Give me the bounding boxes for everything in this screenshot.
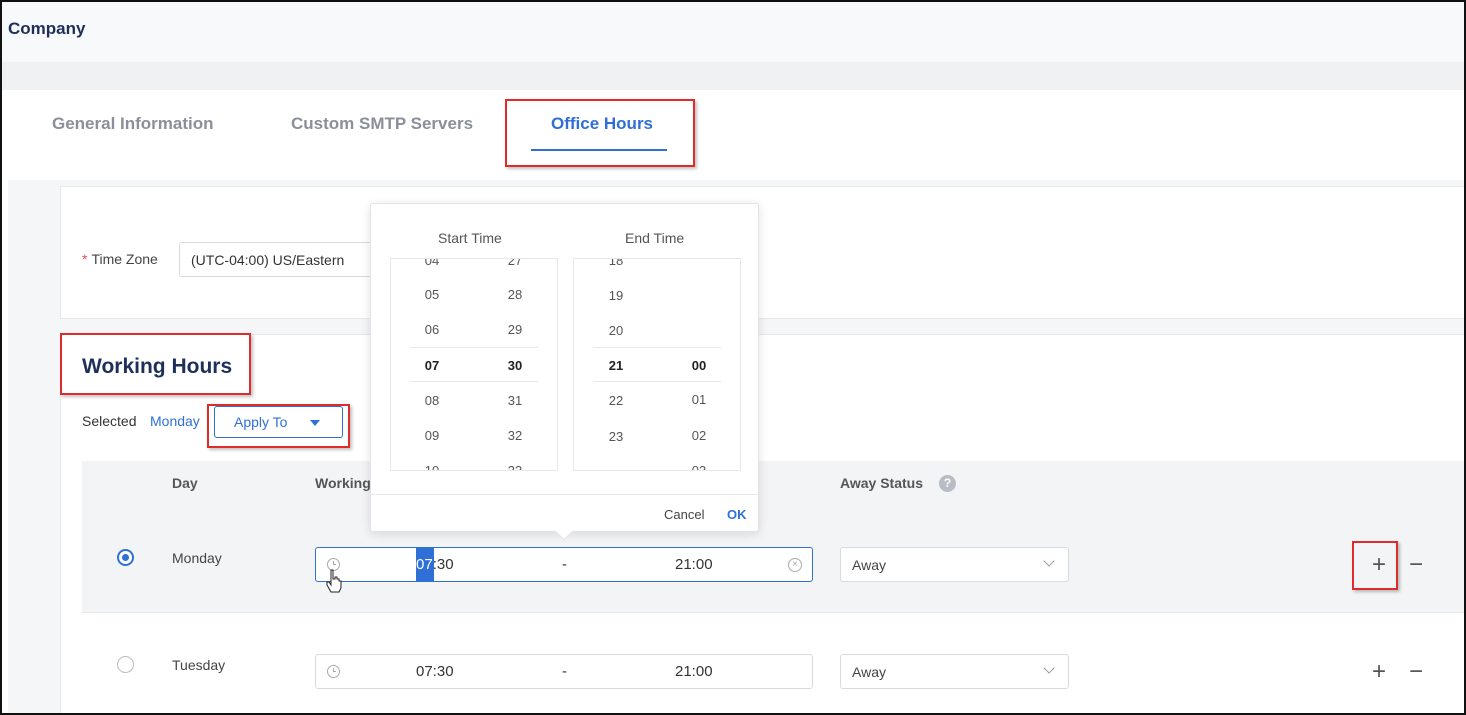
company-header: Company: [2, 2, 1464, 62]
tab-office-hours[interactable]: Office Hours: [551, 114, 653, 134]
start-hour-option-selected[interactable]: 07: [417, 358, 447, 373]
chevron-down-icon: [1043, 662, 1055, 674]
end-time-panel: 18 19 20 21 22 23 00 01 02 03: [573, 258, 741, 471]
table-header: [82, 461, 1464, 505]
start-minute-option[interactable]: 28: [500, 287, 530, 302]
add-time-range-button[interactable]: +: [1372, 660, 1386, 684]
header-away-status: Away Status: [840, 475, 923, 491]
time-zone-label-text: Time Zone: [91, 251, 158, 267]
start-minute-option[interactable]: 27: [500, 259, 530, 268]
header-day: Day: [172, 475, 198, 491]
range-separator: -: [562, 663, 567, 680]
start-hour-option[interactable]: 05: [417, 287, 447, 302]
start-minute-option[interactable]: 31: [500, 393, 530, 408]
required-mark: *: [82, 251, 88, 267]
end-time-title: End Time: [625, 230, 685, 246]
away-status-value: Away: [852, 557, 886, 573]
add-time-range-button[interactable]: +: [1372, 553, 1386, 577]
end-hour-option[interactable]: 18: [601, 259, 631, 268]
caret-down-icon: [310, 420, 320, 426]
active-tab-indicator: [531, 149, 667, 151]
tab-custom-smtp-servers[interactable]: Custom SMTP Servers: [291, 114, 473, 134]
remove-time-range-button[interactable]: −: [1409, 553, 1423, 577]
end-time-input[interactable]: 21:00: [675, 556, 713, 573]
start-minute-option-selected[interactable]: 30: [500, 358, 530, 373]
end-hour-option[interactable]: 20: [601, 323, 631, 338]
end-hour-option[interactable]: 22: [601, 393, 631, 408]
end-hour-option[interactable]: 19: [601, 288, 631, 303]
start-hour-option[interactable]: 06: [417, 322, 447, 337]
time-picker-popup: Start Time End Time 04 05 06 07 08 09 10…: [370, 203, 759, 532]
radio-monday[interactable]: [117, 549, 134, 566]
chevron-down-icon: [1043, 555, 1055, 567]
selected-day: Monday: [150, 413, 200, 429]
end-hour-option[interactable]: 23: [601, 429, 631, 444]
start-hour-option[interactable]: 10: [417, 463, 447, 470]
time-zone-select[interactable]: (UTC-04:00) US/Eastern: [179, 242, 379, 277]
help-icon[interactable]: ?: [939, 475, 956, 492]
day-name-tuesday: Tuesday: [172, 657, 226, 673]
start-hour-option[interactable]: 08: [417, 393, 447, 408]
time-zone-label: * Time Zone: [82, 251, 158, 267]
clear-icon[interactable]: ×: [788, 558, 802, 572]
start-minute-option[interactable]: 33: [500, 463, 530, 470]
end-minute-option[interactable]: 02: [684, 428, 714, 443]
end-hour-option-selected[interactable]: 21: [601, 358, 631, 373]
start-minute: :30: [432, 556, 454, 573]
start-minute-option[interactable]: 29: [500, 322, 530, 337]
tab-general-information[interactable]: General Information: [52, 114, 214, 134]
ok-button[interactable]: OK: [727, 507, 747, 522]
start-hour-option[interactable]: 04: [417, 259, 447, 268]
start-time-input[interactable]: 07:30: [416, 663, 454, 680]
remove-time-range-button[interactable]: −: [1409, 660, 1423, 684]
apply-to-button[interactable]: Apply To: [214, 406, 343, 438]
time-range-input-tuesday[interactable]: 07:30 - 21:00: [315, 654, 813, 689]
start-hour-selected: 07: [416, 556, 433, 573]
selected-label: Selected: [82, 413, 137, 429]
clock-icon: [327, 665, 340, 678]
popup-footer-divider: [371, 494, 758, 495]
working-hours-title: Working Hours: [82, 355, 233, 378]
apply-to-label: Apply To: [234, 414, 288, 430]
away-status-select-monday[interactable]: Away: [840, 547, 1069, 582]
radio-tuesday[interactable]: [117, 656, 134, 673]
header-separator: [2, 62, 1464, 90]
range-separator: -: [562, 556, 567, 573]
start-minute-option[interactable]: 32: [500, 428, 530, 443]
away-status-select-tuesday[interactable]: Away: [840, 654, 1069, 689]
cancel-button[interactable]: Cancel: [664, 507, 704, 522]
end-minute-option-selected[interactable]: 00: [684, 358, 714, 373]
start-time-input[interactable]: 07:30: [416, 556, 454, 573]
hand-cursor-icon: [326, 569, 342, 593]
end-time-input[interactable]: 21:00: [675, 663, 713, 680]
end-minute-option[interactable]: 01: [684, 392, 714, 407]
start-time-panel: 04 05 06 07 08 09 10 27 28 29 30 31 32 3…: [390, 258, 558, 471]
start-hour-option[interactable]: 09: [417, 428, 447, 443]
tabs-bar: [8, 90, 1464, 180]
header-working: Working: [315, 475, 371, 491]
start-time-title: Start Time: [438, 230, 502, 246]
time-range-input-monday[interactable]: 07:30 - 21:00 ×: [315, 547, 813, 582]
row-divider: [82, 612, 1464, 613]
company-title: Company: [8, 19, 86, 38]
end-minute-option[interactable]: 03: [684, 463, 714, 470]
away-status-value: Away: [852, 664, 886, 680]
day-name-monday: Monday: [172, 550, 222, 566]
